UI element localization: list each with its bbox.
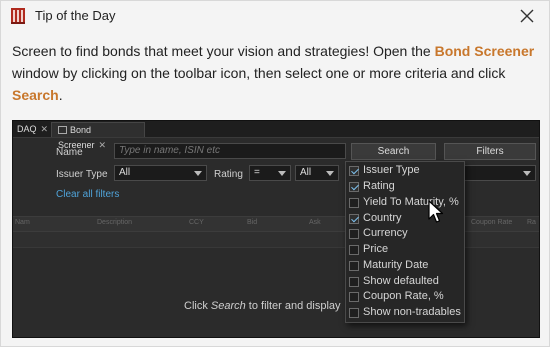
checkbox[interactable]	[349, 182, 359, 192]
tip-highlight-search: Search	[12, 87, 59, 103]
filter-option-label: Rating	[363, 180, 395, 192]
issuer-type-select[interactable]: All	[114, 165, 207, 181]
column-header[interactable]: Bid	[247, 219, 257, 226]
country-select[interactable]	[462, 165, 536, 181]
filter-option-maturity-date[interactable]: Maturity Date	[346, 258, 464, 274]
tab-bond-screener[interactable]: Bond Screener ✕	[51, 122, 145, 150]
rating-label: Rating	[214, 169, 243, 180]
tab-close-icon[interactable]: ✕	[99, 140, 107, 150]
issuer-type-value: All	[119, 167, 131, 178]
filter-option-label: Maturity Date	[363, 259, 429, 271]
checkbox[interactable]	[349, 198, 359, 208]
chevron-down-icon	[523, 171, 531, 176]
filter-option-label: Price	[363, 243, 389, 255]
rating-operator-select[interactable]: =	[249, 165, 291, 181]
rating-operator-value: =	[254, 167, 260, 178]
clear-all-filters-link[interactable]: Clear all filters	[56, 189, 119, 200]
tip-text-part: .	[58, 87, 63, 103]
checkbox[interactable]	[349, 245, 359, 255]
empty-message-part: to filter and display	[245, 300, 341, 312]
filter-option-coupon-rate[interactable]: Coupon Rate, %	[346, 289, 464, 305]
tip-text: Screen to find bonds that meet your visi…	[12, 40, 542, 106]
filter-option-issuer-type[interactable]: Issuer Type	[346, 163, 464, 179]
chevron-down-icon	[278, 171, 286, 176]
checkbox[interactable]	[349, 277, 359, 287]
screener-icon	[58, 126, 67, 134]
chevron-down-icon	[194, 171, 202, 176]
checkbox[interactable]	[349, 166, 359, 176]
filters-dropdown-menu: Issuer Type Rating Yield To Maturity, % …	[345, 161, 465, 323]
book-stack-icon	[11, 8, 25, 24]
checkbox[interactable]	[349, 229, 359, 239]
window-title: Tip of the Day	[35, 8, 116, 23]
tab-label: DAQ	[17, 124, 37, 134]
filter-option-label: Issuer Type	[363, 164, 420, 176]
filters-button[interactable]: Filters	[444, 143, 536, 160]
filter-option-label: Show defaulted	[363, 275, 439, 287]
filter-option-price[interactable]: Price	[346, 242, 464, 258]
filter-option-country[interactable]: Country	[346, 211, 464, 227]
tip-text-part: Screen to find bonds that meet your visi…	[12, 43, 435, 59]
tip-text-part: window by clicking on the toolbar icon, …	[12, 65, 506, 81]
tab-strip: DAQ ✕ Bond Screener ✕	[13, 121, 539, 150]
filter-option-yield-to-maturity[interactable]: Yield To Maturity, %	[346, 195, 464, 211]
name-search-input[interactable]: Type in name, ISIN etc	[114, 143, 346, 159]
filter-option-show-non-tradables[interactable]: Show non-tradables	[346, 305, 464, 321]
column-header[interactable]: Nam	[15, 219, 30, 226]
empty-grid-message: Click Search to filter and display	[184, 300, 341, 312]
tip-highlight-bond-screener: Bond Screener	[434, 43, 535, 59]
filter-option-rating[interactable]: Rating	[346, 179, 464, 195]
column-header[interactable]: CCY	[189, 219, 204, 226]
rating-select[interactable]: All	[295, 165, 339, 181]
filter-option-label: Coupon Rate, %	[363, 290, 444, 302]
mouse-pointer-icon	[428, 200, 444, 223]
column-header[interactable]: Ask	[309, 219, 321, 226]
issuer-type-label: Issuer Type	[56, 169, 108, 180]
filter-option-label: Country	[363, 212, 402, 224]
name-label: Name	[56, 147, 83, 158]
filter-option-show-defaulted[interactable]: Show defaulted	[346, 274, 464, 290]
close-icon[interactable]	[515, 4, 539, 28]
rating-value: All	[300, 167, 312, 178]
checkbox[interactable]	[349, 292, 359, 302]
filter-option-label: Show non-tradables	[363, 306, 461, 318]
tab-close-icon[interactable]: ✕	[41, 124, 49, 134]
checkbox[interactable]	[349, 308, 359, 318]
column-header[interactable]: Coupon Rate	[471, 219, 512, 226]
chevron-down-icon	[326, 171, 334, 176]
bond-screener-screenshot: DAQ ✕ Bond Screener ✕ Name Type in name, I…	[12, 120, 540, 338]
tab-daq[interactable]: DAQ ✕	[13, 122, 52, 137]
filter-option-label: Currency	[363, 227, 408, 239]
checkbox[interactable]	[349, 214, 359, 224]
column-header[interactable]: Description	[97, 219, 132, 226]
search-button[interactable]: Search	[351, 143, 436, 160]
title-bar: Tip of the Day	[1, 1, 550, 31]
empty-message-part: Click	[184, 300, 211, 312]
checkbox[interactable]	[349, 261, 359, 271]
tip-of-the-day-dialog: Tip of the Day Screen to find bonds that…	[0, 0, 550, 347]
filter-option-label: Yield To Maturity, %	[363, 196, 459, 208]
filter-option-currency[interactable]: Currency	[346, 226, 464, 242]
column-header[interactable]: Ra	[527, 219, 536, 226]
empty-message-search: Search	[210, 300, 246, 312]
